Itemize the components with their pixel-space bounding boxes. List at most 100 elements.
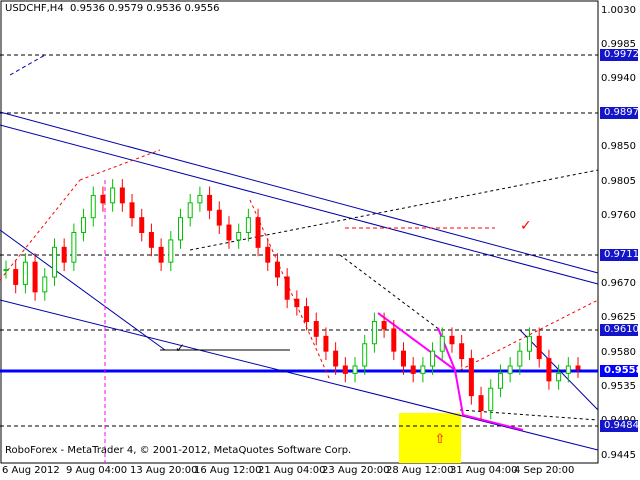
candle-body: [507, 365, 513, 374]
time-tick: 23 Aug 20:00: [322, 465, 390, 476]
price-tick: 0.9535: [601, 381, 636, 392]
candle-body: [546, 358, 552, 382]
candle-body: [42, 276, 48, 293]
channel-upper-line-2: [0, 124, 599, 285]
copyright-text: RoboForex - MetaTrader 4, © 2001-2012, M…: [5, 445, 352, 456]
projection-line: [339, 254, 441, 331]
candle-body: [488, 387, 494, 411]
candle-body: [119, 187, 125, 204]
candle-body: [391, 328, 397, 352]
symbol-timeframe: USDCHF,H4: [5, 3, 64, 14]
candle-body: [226, 224, 232, 241]
candle-body: [245, 217, 251, 234]
candle-body: [313, 321, 319, 337]
time-tick: 4 Sep 20:00: [514, 465, 575, 476]
candle-body: [362, 343, 368, 367]
price-tick: 0.9625: [601, 312, 636, 323]
up-arrow-icon: ⇧: [435, 432, 446, 447]
time-tick: 9 Aug 04:00: [66, 465, 128, 476]
price-tick: 0.9445: [601, 450, 636, 461]
candle-body: [371, 321, 377, 345]
level-tag: 0.9484: [600, 420, 639, 432]
candle-body: [517, 350, 523, 367]
check-icon: ✓: [520, 218, 532, 234]
candle-body: [468, 358, 474, 397]
projection-line: [9, 54, 46, 76]
candle-body: [178, 217, 184, 241]
candle-body: [168, 239, 174, 263]
candle-body: [410, 365, 416, 374]
trend-line: [0, 229, 166, 351]
time-tick: 13 Aug 20:00: [130, 465, 198, 476]
candle-body: [100, 194, 106, 204]
candle-body: [304, 306, 310, 322]
candle-body: [575, 365, 581, 370]
candle-body: [352, 365, 358, 374]
candle-body: [158, 246, 164, 263]
candle-body: [110, 187, 116, 204]
candle-body: [216, 209, 222, 226]
candle-body: [13, 269, 19, 285]
candle-body: [333, 350, 339, 367]
candle-body: [32, 261, 38, 293]
channel-upper-line: [0, 111, 599, 274]
candle-body: [565, 365, 571, 374]
time-tick: 6 Aug 2012: [2, 465, 60, 476]
candle-body: [284, 276, 290, 300]
projection-line: [189, 169, 599, 251]
highlight-zone: [399, 413, 461, 463]
ohlc-values: 0.9536 0.9579 0.9536 0.9556: [70, 3, 220, 14]
price-tick: 1.0030: [601, 5, 636, 16]
level-tag: 0.9610: [600, 324, 639, 336]
time-tick: 28 Aug 12:00: [386, 465, 454, 476]
candle-body: [527, 335, 533, 352]
candles-group: [3, 179, 581, 420]
candle-body: [478, 395, 484, 411]
time-tick: 16 Aug 12:00: [194, 465, 262, 476]
projection-line: [0, 179, 81, 281]
price-tick: 0.9760: [601, 210, 636, 221]
candle-body: [139, 217, 145, 234]
candle-body: [536, 335, 542, 360]
current-price-tag: 0.9558: [600, 365, 640, 377]
check-icon: ✓: [175, 341, 185, 355]
level-tag: 0.9897: [600, 107, 639, 119]
candle-body: [294, 298, 300, 308]
plot-frame: [0, 0, 599, 464]
candle-body: [236, 232, 242, 241]
candle-body: [51, 246, 57, 278]
candle-body: [342, 365, 348, 374]
candle-body: [3, 269, 9, 272]
projection-line: [459, 299, 599, 371]
price-tick: 0.9850: [601, 141, 636, 152]
candle-body: [22, 261, 28, 285]
price-tick: 0.9805: [601, 176, 636, 187]
candle-body: [187, 202, 193, 219]
level-tag: 0.9972: [600, 49, 639, 61]
candle-body: [497, 372, 503, 389]
candle-body: [90, 194, 96, 219]
price-chart[interactable]: ⇧ ✓ ✓: [0, 0, 640, 480]
candle-body: [129, 202, 135, 219]
candle-body: [81, 217, 87, 234]
candle-body: [207, 194, 213, 211]
candle-body: [148, 232, 154, 248]
price-tick: 0.9580: [601, 347, 636, 358]
price-tick: 0.9940: [601, 73, 636, 84]
price-tick: 0.9670: [601, 278, 636, 289]
time-tick: 31 Aug 04:00: [450, 465, 518, 476]
projection-line: [249, 199, 331, 381]
candle-body: [197, 194, 203, 204]
channel-lower-line: [0, 299, 599, 451]
projection-line: [79, 149, 161, 181]
candle-body: [274, 261, 280, 278]
candle-body: [400, 350, 406, 367]
candle-body: [430, 350, 436, 367]
candle-body: [255, 217, 261, 248]
candle-body: [449, 335, 455, 345]
candle-body: [459, 343, 465, 360]
candle-body: [381, 321, 387, 330]
time-tick: 21 Aug 04:00: [258, 465, 326, 476]
candle-body: [265, 246, 271, 263]
candle-body: [323, 335, 329, 352]
